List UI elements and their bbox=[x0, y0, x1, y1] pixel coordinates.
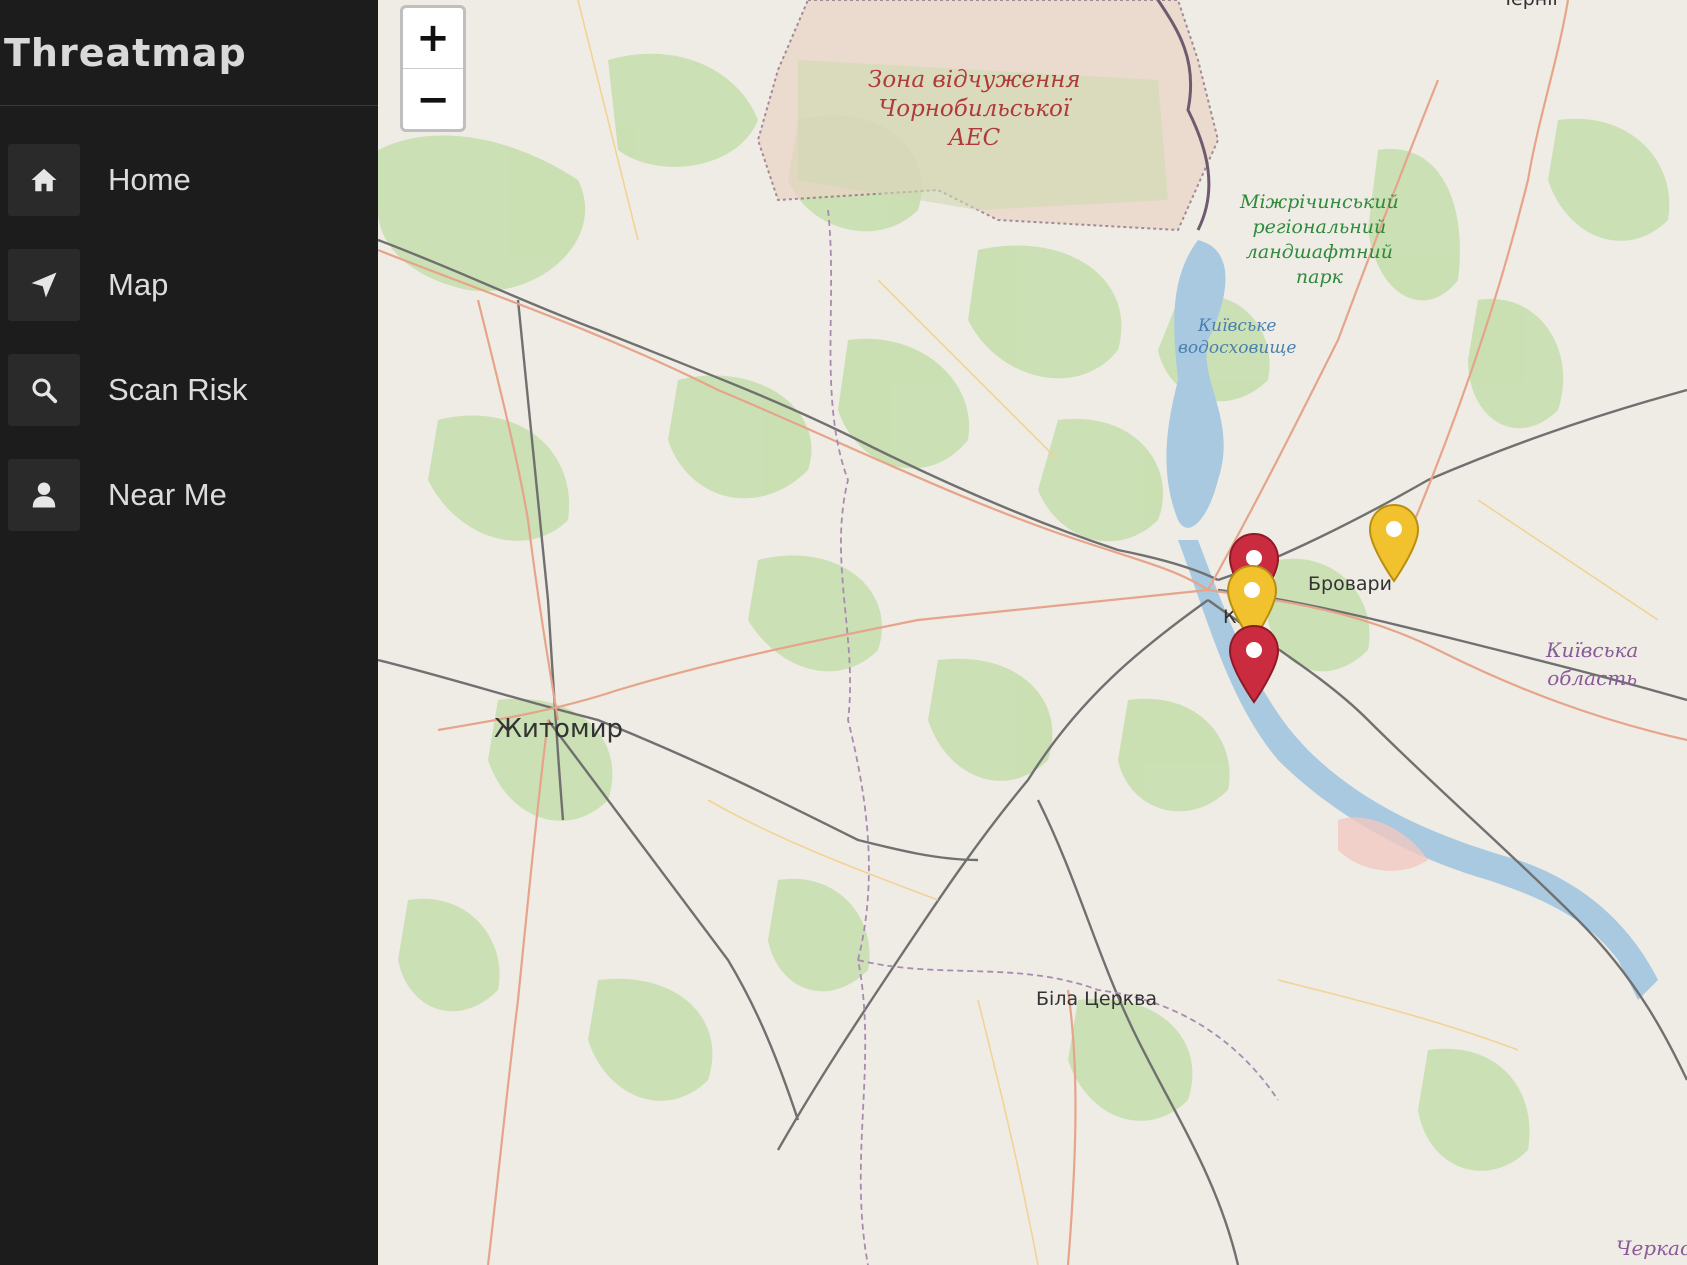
map-label-line: Чорнобильської bbox=[878, 96, 1071, 122]
zoom-in-button[interactable]: + bbox=[403, 8, 463, 69]
sidebar-item-label: Scan Risk bbox=[108, 372, 248, 407]
zoom-control: + − bbox=[400, 5, 466, 132]
app-title[interactable]: Threatmap bbox=[4, 31, 247, 75]
sidebar-item-near-me[interactable]: Near Me bbox=[0, 459, 378, 531]
map-label-cherkasy: Черкас bbox=[1616, 1236, 1687, 1260]
map-label-line: парк bbox=[1295, 266, 1343, 288]
sidebar-item-scan-risk[interactable]: Scan Risk bbox=[0, 354, 378, 426]
map-label-line: водосховище bbox=[1178, 338, 1297, 358]
map-label-line: Київське bbox=[1197, 316, 1277, 336]
home-icon bbox=[8, 144, 80, 216]
map-marker-red[interactable] bbox=[1228, 624, 1280, 704]
map-label-line: Міжрічинський bbox=[1240, 191, 1399, 213]
map-label-bila-tserkva: Біла Церква bbox=[1036, 988, 1157, 1010]
sidebar-nav: Home Map Scan Risk Near Me bbox=[0, 106, 378, 531]
user-icon bbox=[8, 459, 80, 531]
map-label-chernihiv: Черніг bbox=[1498, 0, 1562, 10]
map-label-line: Київська bbox=[1546, 638, 1639, 662]
map-label-zhytomyr: Житомир bbox=[494, 714, 623, 744]
map-tiles bbox=[378, 0, 1687, 1265]
sidebar-item-label: Home bbox=[108, 162, 191, 197]
map-label-line: регіональний bbox=[1252, 216, 1387, 238]
map-label-park: Міжрічинський регіональний ландшафтний п… bbox=[1240, 190, 1399, 290]
map-marker-yellow[interactable] bbox=[1368, 503, 1420, 583]
map-label-line: область bbox=[1547, 666, 1638, 690]
sidebar-item-label: Near Me bbox=[108, 477, 227, 512]
map-label-line: ландшафтний bbox=[1245, 241, 1393, 263]
map-label-reservoir: Київське водосховище bbox=[1178, 315, 1296, 359]
brand-header: Threatmap bbox=[0, 0, 378, 106]
map-label-line: Зона відчуження bbox=[868, 67, 1081, 93]
map-view[interactable]: Черніг Зона відчуження Чорнобильської АЕ… bbox=[378, 0, 1687, 1265]
zoom-out-button[interactable]: − bbox=[403, 69, 463, 129]
sidebar-item-home[interactable]: Home bbox=[0, 144, 378, 216]
map-label-oblast: Київська область bbox=[1546, 636, 1638, 692]
search-icon bbox=[8, 354, 80, 426]
location-arrow-icon bbox=[8, 249, 80, 321]
sidebar: Threatmap Home Map Scan Risk Near Me bbox=[0, 0, 378, 1265]
sidebar-item-map[interactable]: Map bbox=[0, 249, 378, 321]
map-label-line: АЕС bbox=[948, 125, 1001, 151]
map-label-exclusion-zone: Зона відчуження Чорнобильської АЕС bbox=[868, 66, 1081, 153]
sidebar-item-label: Map bbox=[108, 267, 169, 302]
